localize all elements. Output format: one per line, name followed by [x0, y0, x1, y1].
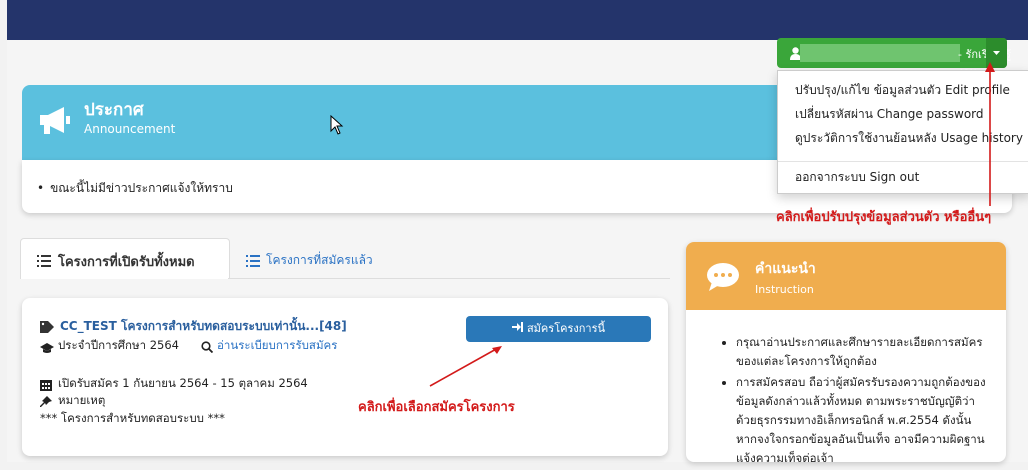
list-ol-icon [246, 252, 260, 271]
instruction-list: กรุณาอ่านประกาศและศึกษารายละเอียดการสมัค… [722, 333, 990, 470]
menu-change-password[interactable]: เปลี่ยนรหัสผ่าน Change password [795, 105, 984, 124]
tab-divider [228, 278, 670, 279]
top-navbar [7, 0, 1028, 40]
sign-in-icon [511, 316, 523, 342]
user-name-redacted [800, 44, 960, 62]
project-title[interactable]: CC_TEST โครงการสำหรับทดสอบระบบเท่านั้น..… [60, 317, 347, 336]
apply-project-label: สมัครโครงการนี้ [526, 322, 606, 335]
project-year: ประจำปีการศึกษา 2564 [58, 338, 179, 352]
remark-label: หมายเหตุ [58, 393, 106, 407]
open-period: เปิดรับสมัคร 1 กันยายน 2564 - 15 ตุลาคม … [58, 376, 308, 390]
instruction-subtitle: Instruction [755, 283, 814, 296]
menu-sign-out[interactable]: ออกจากระบบ Sign out [795, 168, 919, 187]
rules-link[interactable]: อ่านระเบียบการรับสมัคร [217, 337, 337, 355]
tag-icon [40, 318, 56, 337]
tab-all-projects-label: โครงการที่เปิดรับทั้งหมด [58, 255, 195, 270]
search-icon [201, 338, 214, 357]
profile-annotation-arrow [985, 62, 995, 206]
apply-annotation-arrow [429, 346, 502, 387]
instruction-item: กรุณาอ่านประกาศและศึกษารายละเอียดการสมัค… [736, 333, 990, 371]
apply-project-button[interactable]: สมัครโครงการนี้ [466, 316, 651, 342]
list-icon [37, 252, 51, 271]
mouse-cursor-icon [330, 114, 344, 139]
announcement-title: ประกาศ [84, 100, 144, 120]
megaphone-icon [38, 105, 72, 139]
graduation-cap-icon [40, 339, 54, 358]
menu-edit-profile[interactable]: ปรับปรุง/แก้ไข ข้อมูลส่วนตัว Edit profil… [795, 81, 1010, 100]
apply-annotation-text: คลิกเพื่อเลือกสมัครโครงการ [358, 400, 515, 415]
tab-applied-projects[interactable]: โครงการที่สมัครแล้ว [266, 251, 373, 270]
instruction-item: การสมัครสอบ ถือว่าผู้สมัครรับรองความถูกต… [736, 373, 990, 468]
announcement-subtitle: Announcement [84, 122, 176, 136]
announcement-text: ขณะนี้ไม่มีข่าวประกาศแจ้งให้ทราบ [37, 179, 233, 198]
profile-annotation-text: คลิกเพื่อปรับปรุงข้อมูลส่วนตัว หรืออื่นๆ [776, 210, 992, 225]
remark-text: *** โครงการสำหรับทดสอบระบบ *** [40, 411, 225, 425]
instruction-title: คำแนะนำ [755, 261, 816, 277]
comment-icon [706, 262, 740, 296]
